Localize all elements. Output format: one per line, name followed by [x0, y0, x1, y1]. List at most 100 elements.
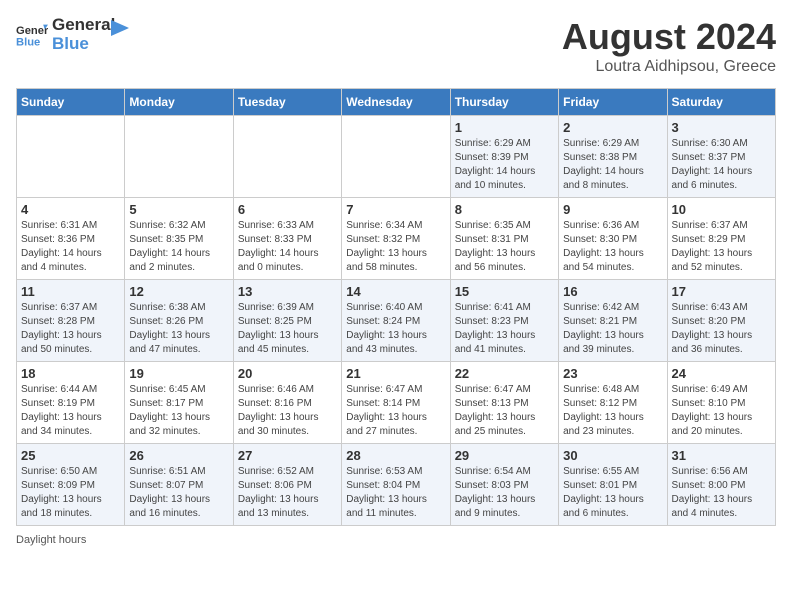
day-info: Sunrise: 6:42 AM Sunset: 8:21 PM Dayligh… — [563, 301, 662, 357]
day-info: Sunrise: 6:55 AM Sunset: 8:01 PM Dayligh… — [563, 465, 662, 521]
weekday-header: Saturday — [667, 89, 775, 116]
day-info: Sunrise: 6:29 AM Sunset: 8:38 PM Dayligh… — [563, 137, 662, 193]
day-number: 23 — [563, 366, 662, 381]
day-number: 7 — [346, 202, 445, 217]
calendar-cell: 23 Sunrise: 6:48 AM Sunset: 8:12 PM Dayli… — [559, 362, 667, 444]
calendar-cell: 14 Sunrise: 6:40 AM Sunset: 8:24 PM Dayli… — [342, 280, 450, 362]
header-row: SundayMondayTuesdayWednesdayThursdayFrid… — [17, 89, 776, 116]
day-info: Sunrise: 6:44 AM Sunset: 8:19 PM Dayligh… — [21, 383, 120, 439]
footer-note: Daylight hours — [16, 534, 776, 546]
calendar-cell: 25 Sunrise: 6:50 AM Sunset: 8:09 PM Dayli… — [17, 444, 125, 526]
day-number: 13 — [238, 284, 337, 299]
logo-icon: General Blue — [16, 21, 48, 49]
calendar-cell: 2 Sunrise: 6:29 AM Sunset: 8:38 PM Daylig… — [559, 116, 667, 198]
calendar-cell: 12Sunrise: 6:38 AM Sunset: 8:26 PM Dayli… — [125, 280, 233, 362]
calendar-cell: 27Sunrise: 6:52 AM Sunset: 8:06 PM Dayli… — [233, 444, 341, 526]
calendar-cell: 8Sunrise: 6:35 AM Sunset: 8:31 PM Daylig… — [450, 198, 558, 280]
day-number: 2 — [563, 120, 662, 135]
day-info: Sunrise: 6:40 AM Sunset: 8:24 PM Dayligh… — [346, 301, 445, 357]
day-info: Sunrise: 6:32 AM Sunset: 8:35 PM Dayligh… — [129, 219, 228, 275]
calendar-week-row: 25 Sunrise: 6:50 AM Sunset: 8:09 PM Dayli… — [17, 444, 776, 526]
svg-text:Blue: Blue — [16, 36, 40, 48]
day-number: 18 — [21, 366, 120, 381]
day-number: 6 — [238, 202, 337, 217]
calendar-cell: 10 Sunrise: 6:37 AM Sunset: 8:29 PM Dayli… — [667, 198, 775, 280]
day-info: Sunrise: 6:33 AM Sunset: 8:33 PM Dayligh… — [238, 219, 337, 275]
day-info: Sunrise: 6:43 AM Sunset: 8:20 PM Dayligh… — [672, 301, 771, 357]
calendar-cell: 30Sunrise: 6:55 AM Sunset: 8:01 PM Dayli… — [559, 444, 667, 526]
day-number: 12 — [129, 284, 228, 299]
day-info: Sunrise: 6:39 AM Sunset: 8:25 PM Dayligh… — [238, 301, 337, 357]
day-info: Sunrise: 6:37 AM Sunset: 8:29 PM Dayligh… — [672, 219, 771, 275]
main-title: August 2024 — [562, 16, 776, 58]
calendar-week-row: 18 Sunrise: 6:44 AM Sunset: 8:19 PM Dayli… — [17, 362, 776, 444]
day-info: Sunrise: 6:53 AM Sunset: 8:04 PM Dayligh… — [346, 465, 445, 521]
day-number: 1 — [455, 120, 554, 135]
calendar-cell — [17, 116, 125, 198]
header: General Blue General Blue August 2024 Lo… — [16, 16, 776, 76]
day-info: Sunrise: 6:45 AM Sunset: 8:17 PM Dayligh… — [129, 383, 228, 439]
day-number: 10 — [672, 202, 771, 217]
day-number: 26 — [129, 448, 228, 463]
calendar-cell: 3Sunrise: 6:30 AM Sunset: 8:37 PM Daylig… — [667, 116, 775, 198]
calendar-cell: 6 Sunrise: 6:33 AM Sunset: 8:33 PM Daylig… — [233, 198, 341, 280]
day-number: 4 — [21, 202, 120, 217]
calendar-cell: 29Sunrise: 6:54 AM Sunset: 8:03 PM Dayli… — [450, 444, 558, 526]
subtitle: Loutra Aidhipsou, Greece — [562, 58, 776, 76]
logo-text-blue: Blue — [52, 35, 115, 54]
day-info: Sunrise: 6:31 AM Sunset: 8:36 PM Dayligh… — [21, 219, 120, 275]
day-info: Sunrise: 6:47 AM Sunset: 8:13 PM Dayligh… — [455, 383, 554, 439]
day-number: 17 — [672, 284, 771, 299]
day-number: 24 — [672, 366, 771, 381]
calendar-cell: 20Sunrise: 6:46 AM Sunset: 8:16 PM Dayli… — [233, 362, 341, 444]
day-number: 16 — [563, 284, 662, 299]
day-number: 19 — [129, 366, 228, 381]
day-number: 22 — [455, 366, 554, 381]
day-number: 21 — [346, 366, 445, 381]
calendar-cell: 17 Sunrise: 6:43 AM Sunset: 8:20 PM Dayli… — [667, 280, 775, 362]
calendar-cell: 16 Sunrise: 6:42 AM Sunset: 8:21 PM Dayli… — [559, 280, 667, 362]
day-info: Sunrise: 6:56 AM Sunset: 8:00 PM Dayligh… — [672, 465, 771, 521]
day-number: 25 — [21, 448, 120, 463]
day-info: Sunrise: 6:48 AM Sunset: 8:12 PM Dayligh… — [563, 383, 662, 439]
title-section: August 2024 Loutra Aidhipsou, Greece — [562, 16, 776, 76]
day-number: 28 — [346, 448, 445, 463]
calendar-cell: 21 Sunrise: 6:47 AM Sunset: 8:14 PM Dayli… — [342, 362, 450, 444]
calendar-cell: 13 Sunrise: 6:39 AM Sunset: 8:25 PM Dayli… — [233, 280, 341, 362]
calendar-cell — [233, 116, 341, 198]
logo-text-general: General — [52, 16, 115, 35]
day-info: Sunrise: 6:54 AM Sunset: 8:03 PM Dayligh… — [455, 465, 554, 521]
day-info: Sunrise: 6:37 AM Sunset: 8:28 PM Dayligh… — [21, 301, 120, 357]
calendar-cell: 31 Sunrise: 6:56 AM Sunset: 8:00 PM Dayli… — [667, 444, 775, 526]
calendar-cell: 15 Sunrise: 6:41 AM Sunset: 8:23 PM Dayli… — [450, 280, 558, 362]
calendar-cell — [342, 116, 450, 198]
calendar-cell: 7Sunrise: 6:34 AM Sunset: 8:32 PM Daylig… — [342, 198, 450, 280]
weekday-header: Sunday — [17, 89, 125, 116]
day-number: 9 — [563, 202, 662, 217]
day-info: Sunrise: 6:52 AM Sunset: 8:06 PM Dayligh… — [238, 465, 337, 521]
calendar-cell: 11 Sunrise: 6:37 AM Sunset: 8:28 PM Dayli… — [17, 280, 125, 362]
day-info: Sunrise: 6:47 AM Sunset: 8:14 PM Dayligh… — [346, 383, 445, 439]
day-number: 15 — [455, 284, 554, 299]
day-number: 11 — [21, 284, 120, 299]
calendar-cell: 4 Sunrise: 6:31 AM Sunset: 8:36 PM Daylig… — [17, 198, 125, 280]
weekday-header: Wednesday — [342, 89, 450, 116]
calendar-cell: 24Sunrise: 6:49 AM Sunset: 8:10 PM Dayli… — [667, 362, 775, 444]
logo-flag-icon — [111, 20, 129, 42]
weekday-header: Tuesday — [233, 89, 341, 116]
calendar-week-row: 1Sunrise: 6:29 AM Sunset: 8:39 PM Daylig… — [17, 116, 776, 198]
day-number: 5 — [129, 202, 228, 217]
day-number: 31 — [672, 448, 771, 463]
day-number: 14 — [346, 284, 445, 299]
calendar-header: SundayMondayTuesdayWednesdayThursdayFrid… — [17, 89, 776, 116]
day-number: 20 — [238, 366, 337, 381]
day-info: Sunrise: 6:50 AM Sunset: 8:09 PM Dayligh… — [21, 465, 120, 521]
calendar-cell: 1Sunrise: 6:29 AM Sunset: 8:39 PM Daylig… — [450, 116, 558, 198]
logo: General Blue General Blue — [16, 16, 129, 53]
day-info: Sunrise: 6:36 AM Sunset: 8:30 PM Dayligh… — [563, 219, 662, 275]
weekday-header: Monday — [125, 89, 233, 116]
day-info: Sunrise: 6:41 AM Sunset: 8:23 PM Dayligh… — [455, 301, 554, 357]
calendar-cell — [125, 116, 233, 198]
calendar-cell: 9 Sunrise: 6:36 AM Sunset: 8:30 PM Daylig… — [559, 198, 667, 280]
calendar-cell: 28 Sunrise: 6:53 AM Sunset: 8:04 PM Dayli… — [342, 444, 450, 526]
